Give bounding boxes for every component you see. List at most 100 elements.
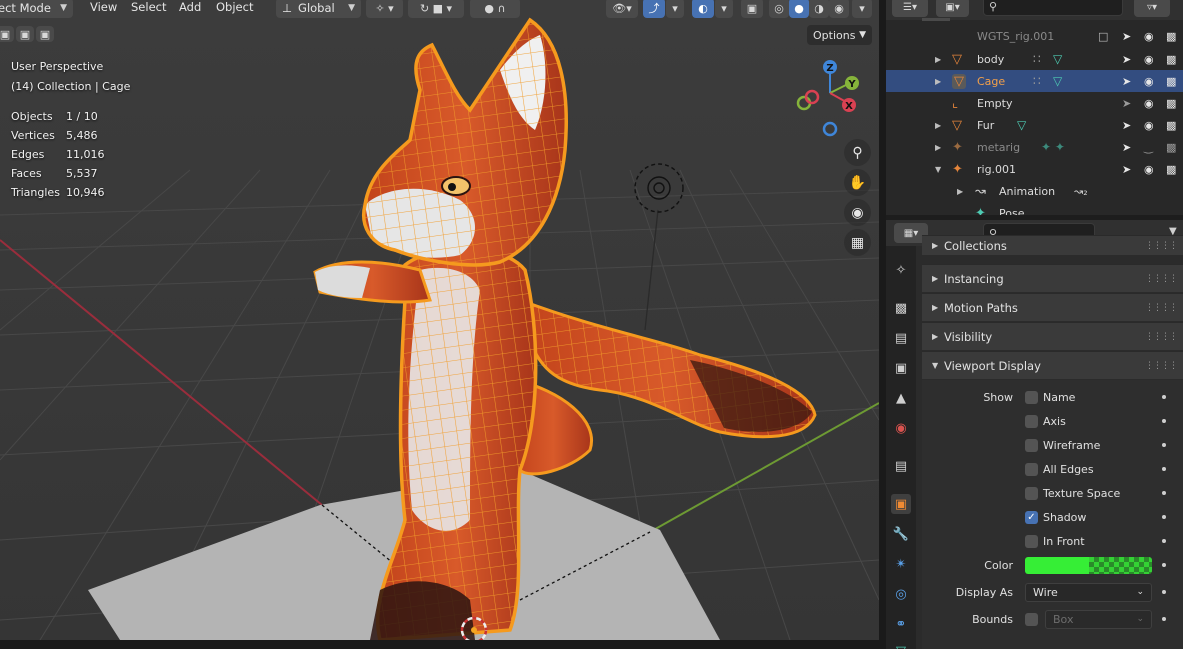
tab-view-layer[interactable]: ▣ bbox=[891, 358, 911, 378]
camera-view-button[interactable]: ◉ bbox=[844, 199, 871, 226]
menu-add[interactable]: Add bbox=[179, 0, 201, 14]
eye-icon[interactable]: ◉ bbox=[1144, 163, 1154, 176]
eye-icon[interactable]: ◉ bbox=[1144, 30, 1154, 43]
outliner-row-fur[interactable]: ▶ ▽ Fur ▽ ➤ ◉ ▩ bbox=[886, 114, 1183, 136]
keyframe-dot-icon[interactable] bbox=[1162, 539, 1166, 543]
show-wireframe-row[interactable]: Wireframe bbox=[922, 433, 1183, 457]
outliner-row-wgts[interactable]: WGTS_rig.001 □ ➤ ◉ ▩ bbox=[886, 25, 1183, 47]
eye-icon[interactable]: ◉ bbox=[1144, 75, 1154, 88]
select-icon[interactable]: ➤ bbox=[1122, 75, 1131, 88]
keyframe-dot-icon[interactable] bbox=[1162, 467, 1166, 471]
camera-icon[interactable]: ▩ bbox=[1166, 75, 1176, 88]
bounds-checkbox[interactable] bbox=[1025, 612, 1038, 626]
outliner-row-animation[interactable]: ▶ ↝ Animation ↝₂ bbox=[886, 180, 1183, 202]
outliner-row-pose[interactable]: ✦ Pose bbox=[886, 202, 1183, 216]
expand-arrow-icon[interactable]: ▶ bbox=[957, 187, 963, 196]
tab-modifiers[interactable]: 🔧 bbox=[891, 524, 911, 544]
shading-solid[interactable]: ● bbox=[789, 0, 809, 18]
color-swatch[interactable] bbox=[1025, 556, 1152, 574]
show-texture-space-row[interactable]: Texture Space bbox=[922, 481, 1183, 505]
keyframe-dot-icon[interactable] bbox=[1162, 563, 1166, 567]
proportional-edit[interactable]: ● ∩ bbox=[470, 0, 520, 18]
shadow-checkbox[interactable]: ✓ bbox=[1025, 510, 1038, 524]
eye-icon[interactable]: ◉ bbox=[1144, 53, 1154, 66]
overlays-dropdown[interactable]: ▾ bbox=[715, 0, 733, 18]
section-visibility[interactable]: ▶ Visibility ⋮⋮⋮⋮ bbox=[922, 322, 1183, 350]
eye-closed-icon[interactable]: ‿ bbox=[1144, 141, 1153, 154]
shading-material[interactable]: ◑ bbox=[809, 0, 829, 18]
select-icon[interactable]: ➤ bbox=[1122, 53, 1131, 66]
outliner-row-metarig[interactable]: ▶ ✦ metarig ✦ ✦ ➤ ‿ ▩ bbox=[886, 136, 1183, 158]
editor-type-dropdown[interactable]: ☰▾ bbox=[892, 0, 928, 17]
keyframe-dot-icon[interactable] bbox=[1162, 515, 1166, 519]
tab-data[interactable]: ▽ bbox=[891, 641, 911, 649]
drag-handle-icon[interactable]: ⋮⋮⋮⋮ bbox=[1145, 361, 1178, 371]
tab-world[interactable]: ◉ bbox=[891, 418, 911, 438]
drag-handle-icon[interactable]: ⋮⋮⋮⋮ bbox=[1145, 241, 1178, 251]
keyframe-dot-icon[interactable] bbox=[1162, 443, 1166, 447]
options-dropdown[interactable]: Options ▼ bbox=[807, 25, 872, 45]
xray-toggle[interactable]: ▣ bbox=[741, 0, 763, 18]
show-all-edges-row[interactable]: All Edges bbox=[922, 457, 1183, 481]
outliner-row-cage[interactable]: ▶ ▽ Cage ∷ ▽ ➤ ◉ ▩ bbox=[886, 70, 1183, 92]
keyframe-dot-icon[interactable] bbox=[1162, 590, 1166, 594]
expand-arrow-icon[interactable]: ▶ bbox=[935, 143, 941, 152]
expand-arrow-icon[interactable]: ▶ bbox=[935, 77, 941, 86]
keyframe-dot-icon[interactable] bbox=[1162, 617, 1166, 621]
pan-button[interactable]: ✋ bbox=[844, 169, 871, 196]
texture-space-checkbox[interactable] bbox=[1025, 486, 1038, 500]
show-in-front-row[interactable]: In Front bbox=[922, 529, 1183, 553]
pivot-dropdown[interactable]: ✧ ▾ bbox=[366, 0, 403, 18]
select-icon[interactable]: ➤ bbox=[1122, 163, 1131, 176]
axis-checkbox[interactable] bbox=[1025, 414, 1038, 428]
outliner-search-input[interactable]: ⚲ bbox=[983, 0, 1123, 16]
menu-select[interactable]: Select bbox=[131, 0, 166, 14]
show-axis-row[interactable]: Axis bbox=[922, 409, 1183, 433]
collapse-arrow-icon[interactable]: ▼ bbox=[935, 165, 941, 174]
perspective-toggle-button[interactable]: ▦ bbox=[844, 229, 871, 256]
drag-handle-icon[interactable]: ⋮⋮⋮⋮ bbox=[1145, 303, 1178, 313]
tab-render[interactable]: ▩ bbox=[891, 298, 911, 318]
show-shadow-row[interactable]: ✓ Shadow bbox=[922, 505, 1183, 529]
select-icon[interactable]: ➤ bbox=[1122, 97, 1131, 110]
camera-icon[interactable]: ▩ bbox=[1166, 141, 1176, 154]
select-icon[interactable]: ➤ bbox=[1122, 30, 1131, 43]
keyframe-dot-icon[interactable] bbox=[1162, 419, 1166, 423]
select-new-button[interactable]: ▣ bbox=[0, 26, 14, 42]
3d-viewport[interactable]: ect Mode ▼ View Select Add Object ⊥ Glob… bbox=[0, 0, 879, 640]
visibility-dropdown[interactable]: 👁▾ bbox=[606, 0, 638, 18]
camera-icon[interactable]: ▩ bbox=[1166, 163, 1176, 176]
tab-collection[interactable]: ▤ bbox=[891, 456, 911, 476]
select-subtract-button[interactable]: ▣ bbox=[36, 26, 54, 42]
keyframe-dot-icon[interactable] bbox=[1162, 395, 1166, 399]
outliner-row-empty[interactable]: ⌞ Empty ➤ ◉ ▩ bbox=[886, 92, 1183, 114]
snap-dropdown[interactable]: ↻ ■ ▾ bbox=[408, 0, 464, 18]
shading-rendered[interactable]: ◉ bbox=[829, 0, 849, 18]
tab-scene[interactable]: ▲ bbox=[891, 388, 911, 408]
expand-arrow-icon[interactable]: ▶ bbox=[935, 55, 941, 64]
outliner-row-body[interactable]: ▶ ▽ body ∷ ▽ ➤ ◉ ▩ bbox=[886, 48, 1183, 70]
tab-object[interactable]: ▣ bbox=[891, 494, 911, 514]
gizmo-toggle[interactable]: ⤴ bbox=[643, 0, 665, 18]
zoom-button[interactable]: ⚲ bbox=[844, 139, 871, 166]
tab-tool[interactable]: ✧ bbox=[891, 260, 911, 280]
wireframe-checkbox[interactable] bbox=[1025, 438, 1038, 452]
checkbox-icon[interactable]: □ bbox=[1098, 30, 1108, 43]
area-divider[interactable] bbox=[879, 0, 886, 649]
tab-particles[interactable]: ✴ bbox=[891, 554, 911, 574]
camera-icon[interactable]: ▩ bbox=[1166, 30, 1176, 43]
shading-dropdown[interactable]: ▾ bbox=[852, 0, 872, 18]
select-icon[interactable]: ➤ bbox=[1122, 141, 1131, 154]
eye-icon[interactable]: ◉ bbox=[1144, 97, 1154, 110]
drag-handle-icon[interactable]: ⋮⋮⋮⋮ bbox=[1145, 332, 1178, 342]
display-as-dropdown[interactable]: Wire ⌄ bbox=[1025, 582, 1152, 602]
filter-dropdown[interactable]: ▿▾ bbox=[1134, 0, 1170, 17]
bounds-dropdown[interactable]: Box ⌄ bbox=[1045, 609, 1152, 629]
expand-arrow-icon[interactable]: ▶ bbox=[935, 121, 941, 130]
orientation-dropdown[interactable]: ⊥ Global ▼ bbox=[276, 0, 361, 18]
menu-view[interactable]: View bbox=[90, 0, 117, 14]
outliner-row-rig[interactable]: ▼ ✦ rig.001 ➤ ◉ ▩ bbox=[886, 158, 1183, 180]
navigation-gizmo[interactable]: Z Y X bbox=[790, 55, 870, 140]
keyframe-dot-icon[interactable] bbox=[1162, 491, 1166, 495]
overlays-toggle[interactable]: ◐ bbox=[692, 0, 714, 18]
